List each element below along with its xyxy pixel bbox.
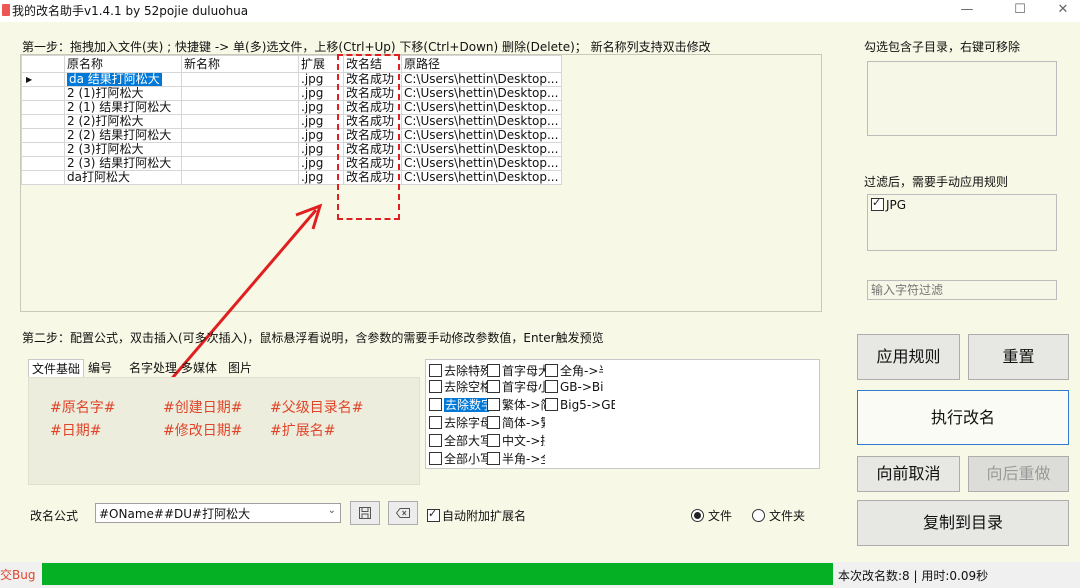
save-formula-button[interactable] [350, 501, 380, 525]
filter-list[interactable]: JPG [867, 194, 1057, 251]
radio-folder[interactable] [752, 509, 765, 522]
option-fullwidth-to-halfwidth[interactable]: 全角->半角 [545, 363, 603, 379]
option-label: 首字母大写 [502, 364, 545, 378]
option-checkbox[interactable] [429, 416, 442, 429]
option-big5-to-gb[interactable]: Big5->GB [545, 397, 615, 413]
redo-button[interactable]: 向后重做 [968, 456, 1069, 492]
option-label: 中文->拼音 [502, 434, 545, 448]
option-chinese-to-pinyin[interactable]: 中文->拼音 [487, 433, 545, 449]
option-checkbox[interactable] [487, 434, 500, 447]
tab-number[interactable]: 编号 [88, 359, 112, 377]
option-label: 全角->半角 [560, 364, 603, 378]
option-label: 去除数字 [444, 398, 489, 412]
radio-file[interactable] [691, 509, 704, 522]
option-all-uppercase[interactable]: 全部大写 [429, 433, 489, 449]
variable-extension[interactable]: #扩展名# [270, 420, 335, 440]
auto-ext-label: 自动附加扩展名 [442, 509, 527, 523]
formula-label: 改名公式 [30, 509, 79, 523]
status-summary: 本次改名数:8 | 用时:0.09秒 [838, 569, 989, 583]
option-label: 首字母小写 [502, 380, 545, 394]
option-label: 去除字母 [444, 416, 489, 430]
option-remove-letters[interactable]: 去除字母 [429, 415, 489, 431]
filter-label: 过滤后，需要手动应用规则 [864, 175, 1009, 189]
option-checkbox[interactable] [545, 380, 558, 393]
clear-formula-button[interactable] [388, 501, 418, 525]
radio-file-label: 文件 [708, 509, 733, 523]
step2-label: 第二步：配置公式，双击插入(可多次插入)，鼠标悬浮看说明，含参数的需要手动修改参… [22, 331, 604, 345]
backspace-icon [395, 508, 410, 518]
save-icon [359, 507, 371, 519]
option-checkbox[interactable] [429, 434, 442, 447]
option-label: 全部小写 [444, 452, 489, 466]
tab-multimedia[interactable]: 多媒体 [181, 359, 217, 377]
auto-ext-option[interactable]: 自动附加扩展名 [427, 507, 526, 524]
option-all-lowercase[interactable]: 全部小写 [429, 451, 489, 467]
option-checkbox[interactable] [487, 452, 500, 465]
apply-rules-button[interactable]: 应用规则 [857, 334, 960, 380]
option-simplified-to-traditional[interactable]: 简体->繁体 [487, 415, 545, 431]
copy-to-directory-button[interactable]: 复制到目录 [857, 500, 1069, 546]
option-label: 半角->全角 [502, 452, 545, 466]
variable-parent-dir[interactable]: #父级目录名# [270, 397, 363, 417]
option-checkbox[interactable] [487, 364, 500, 377]
option-checkbox[interactable] [545, 398, 558, 411]
filter-checkbox[interactable] [871, 196, 884, 211]
variable-modify-date[interactable]: #修改日期# [163, 420, 242, 440]
variable-create-date[interactable]: #创建日期# [163, 397, 242, 417]
option-halfwidth-to-fullwidth[interactable]: 半角->全角 [487, 451, 545, 467]
options-box: 去除特殊字符 首字母大写 全角->半角 去除空格 首字母小写 GB->Big5 … [425, 359, 820, 469]
option-checkbox[interactable] [487, 398, 500, 411]
subdir-label: 勾选包含子目录，右键可移除 [864, 40, 1021, 54]
progress-bar [42, 563, 833, 585]
undo-button[interactable]: 向前取消 [857, 456, 960, 492]
radio-file-option[interactable]: 文件 [691, 507, 732, 524]
radio-folder-option[interactable]: 文件夹 [752, 507, 805, 524]
variable-date[interactable]: #日期# [50, 420, 101, 440]
option-checkbox[interactable] [429, 452, 442, 465]
option-checkbox[interactable] [545, 364, 558, 377]
subdir-list[interactable] [867, 61, 1057, 136]
option-remove-special[interactable]: 去除特殊字符 [429, 363, 489, 379]
option-checkbox[interactable] [429, 380, 442, 393]
option-label: 去除特殊字符 [444, 364, 489, 378]
radio-folder-label: 文件夹 [769, 509, 806, 523]
option-label: GB->Big5 [560, 380, 603, 394]
option-remove-spaces[interactable]: 去除空格 [429, 379, 489, 395]
filter-item[interactable]: JPG [871, 196, 907, 212]
filter-item-label: JPG [886, 198, 907, 212]
option-label: 简体->繁体 [502, 416, 545, 430]
option-label: 全部大写 [444, 434, 489, 448]
chevron-down-icon[interactable]: ⌄ [328, 505, 336, 516]
option-checkbox[interactable] [487, 416, 500, 429]
reset-button[interactable]: 重置 [968, 334, 1069, 380]
report-bug-link[interactable]: 交Bug [0, 566, 35, 583]
formula-value: #OName##DU#打阿松大 [99, 507, 251, 521]
option-capitalize-first[interactable]: 首字母大写 [487, 363, 545, 379]
variable-original-name[interactable]: #原名字# [50, 397, 115, 417]
execute-rename-button[interactable]: 执行改名 [857, 390, 1069, 445]
variable-pane: #原名字# #创建日期# #父级目录名# #日期# #修改日期# #扩展名# [28, 377, 420, 485]
auto-ext-checkbox[interactable] [427, 507, 440, 522]
formula-combo[interactable]: #OName##DU#打阿松大 ⌄ [95, 503, 341, 523]
option-lowercase-first[interactable]: 首字母小写 [487, 379, 545, 395]
option-checkbox[interactable] [487, 380, 500, 393]
option-label: Big5->GB [560, 398, 615, 412]
tab-image[interactable]: 图片 [228, 359, 252, 377]
option-remove-digits[interactable]: 去除数字 [429, 397, 489, 413]
option-traditional-to-simplified[interactable]: 繁体->简体 [487, 397, 545, 413]
option-gb-to-big5[interactable]: GB->Big5 [545, 379, 603, 395]
option-checkbox[interactable] [429, 398, 442, 411]
option-label: 繁体->简体 [502, 398, 545, 412]
option-checkbox[interactable] [429, 364, 442, 377]
option-label: 去除空格 [444, 380, 489, 394]
tab-file-basic[interactable]: 文件基础 [28, 359, 85, 378]
tab-name-processing[interactable]: 名字处理 [129, 359, 177, 377]
filter-input[interactable] [867, 280, 1057, 300]
